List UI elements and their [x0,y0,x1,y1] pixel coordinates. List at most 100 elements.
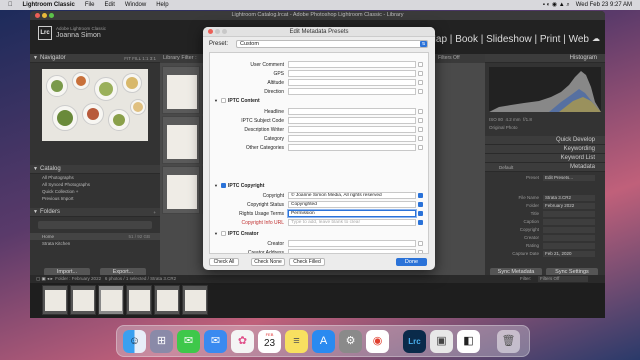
mail-icon[interactable]: ✉ [204,330,227,353]
metadata-value[interactable]: Feb 21, 2020 [543,251,595,257]
keyword-list-header[interactable]: Keyword List [485,154,605,163]
folders-header[interactable]: ▼ Folders + [30,208,160,217]
add-folder-icon[interactable]: + [153,208,156,217]
section-iptc-creator[interactable]: ▼ IPTC Creator [214,231,259,237]
metadata-fields-scroll[interactable]: User Comment GPS Altitude Direction ▼ IPTC C… [209,52,429,254]
navigator-preview[interactable] [42,69,148,141]
settings-icon[interactable]: ⚙ [339,330,362,353]
catalog-item[interactable]: Previous Import [30,195,160,202]
metadata-value[interactable]: Strata 3.CR2 [543,195,595,201]
finder-icon[interactable]: ☺ [123,330,146,353]
field-input[interactable] [288,240,416,247]
grid-cell[interactable] [162,66,200,114]
folder-search[interactable] [38,221,152,229]
field-checkbox[interactable] [418,71,423,76]
keywording-header[interactable]: Keywording [485,145,605,154]
quick-develop-header[interactable]: Quick Develop [485,136,605,145]
histogram-header[interactable]: Histogram [485,54,605,63]
field-checkbox[interactable] [418,109,423,114]
filmstrip-thumb[interactable] [98,285,124,315]
done-button[interactable]: Done [396,258,427,266]
photoshop-icon[interactable]: ◧ [457,330,480,353]
field-input[interactable]: Type to add, leave blank to clear [288,219,416,226]
field-input[interactable]: © Joanne Simon Media, All rights reserve… [288,192,416,199]
navigator-header[interactable]: ▼ Navigator FIT FILL 1:1 3:1 [30,54,160,63]
section-checkbox[interactable] [220,231,226,236]
cloud-icon[interactable]: ☁ [592,34,600,45]
menu-edit[interactable]: Edit [105,2,115,8]
filmstrip-thumb[interactable] [42,285,68,315]
metadata-preset-select[interactable]: Edit Presets... [543,175,595,181]
messages-icon[interactable]: ✉ [177,330,200,353]
filmstrip-filter-select[interactable]: Filters Off [538,276,588,282]
field-checkbox[interactable] [418,193,423,198]
grid-cell[interactable] [162,166,200,214]
dialog-close-button[interactable] [208,29,213,34]
field-input[interactable] [288,135,416,142]
module-slideshow[interactable]: Slideshow [486,34,532,45]
field-checkbox[interactable] [418,118,423,123]
filmstrip-thumb[interactable] [154,285,180,315]
field-input[interactable] [288,108,416,115]
field-checkbox[interactable] [418,145,423,150]
minimize-window-button[interactable] [42,13,47,18]
status-icons[interactable]: ▪ ◐ ◉ ▲ ⌕ [543,1,570,9]
volume-row[interactable]: Home 51 / 92 GB [30,233,160,240]
filmstrip-page-icon[interactable]: ▢ ▣ ◂ ▸ [36,276,53,281]
field-checkbox[interactable] [418,211,423,216]
launchpad-icon[interactable]: ⊞ [150,330,173,353]
metadata-default-select[interactable]: Default [499,163,513,172]
field-input[interactable] [288,144,416,151]
field-checkbox[interactable] [418,136,423,141]
menu-clock[interactable]: Wed Feb 23 9:27 AM [576,2,632,8]
preview-icon[interactable]: ▣ [430,330,453,353]
field-input[interactable] [288,70,416,77]
field-checkbox[interactable] [418,220,423,225]
filters-off-label[interactable]: Filters Off [438,54,460,63]
preset-select[interactable]: Custom ⇅ [236,40,428,48]
module-web[interactable]: Web [569,34,589,45]
module-print[interactable]: Print [540,34,561,45]
field-input[interactable] [288,61,416,68]
menu-help[interactable]: Help [156,2,168,8]
check-filled-button[interactable]: Check Filled [289,258,325,266]
field-checkbox[interactable] [418,89,423,94]
catalog-item[interactable]: All Synced Photographs [30,181,160,188]
field-input[interactable] [288,249,416,253]
filmstrip-thumb[interactable] [182,285,208,315]
trash-icon[interactable]: 🗑 [497,330,520,353]
section-iptc-copyright[interactable]: ▼ IPTC Copyright [214,183,264,189]
notes-icon[interactable]: ≡ [285,330,308,353]
filmstrip-thumb[interactable] [70,285,96,315]
field-input[interactable]: Permission [288,210,416,217]
section-checkbox[interactable] [220,98,226,103]
check-none-button[interactable]: Check None [251,258,285,266]
field-checkbox[interactable] [418,127,423,132]
menu-file[interactable]: File [85,2,95,8]
metadata-value[interactable]: February 2022 [543,203,595,209]
lightroom-classic-icon[interactable]: Lrc [403,330,426,353]
folder-row[interactable]: Strata Kitchen [30,240,160,247]
filmstrip-thumb[interactable] [126,285,152,315]
menu-window[interactable]: Window [125,2,146,8]
field-checkbox[interactable] [418,241,423,246]
grid-cell[interactable] [162,116,200,164]
zoom-window-button[interactable] [49,13,54,18]
metadata-header[interactable]: Default Metadata [485,163,605,172]
metadata-value[interactable] [543,211,595,217]
appstore-icon[interactable]: A [312,330,335,353]
field-checkbox[interactable] [418,80,423,85]
photos-icon[interactable]: ✿ [231,330,254,353]
catalog-item[interactable]: Quick Collection + [30,188,160,195]
section-checkbox[interactable] [220,183,226,188]
module-book[interactable]: Book [455,34,478,45]
metadata-value[interactable] [543,235,595,241]
metadata-value[interactable] [543,227,595,233]
check-all-button[interactable]: Check All [209,258,239,266]
field-input[interactable]: Copyrighted [288,201,416,208]
original-photo-toggle[interactable]: Original Photo [485,124,605,132]
field-input[interactable] [288,88,416,95]
field-input[interactable] [288,117,416,124]
close-window-button[interactable] [35,13,40,18]
chrome-icon[interactable]: ◉ [366,330,389,353]
